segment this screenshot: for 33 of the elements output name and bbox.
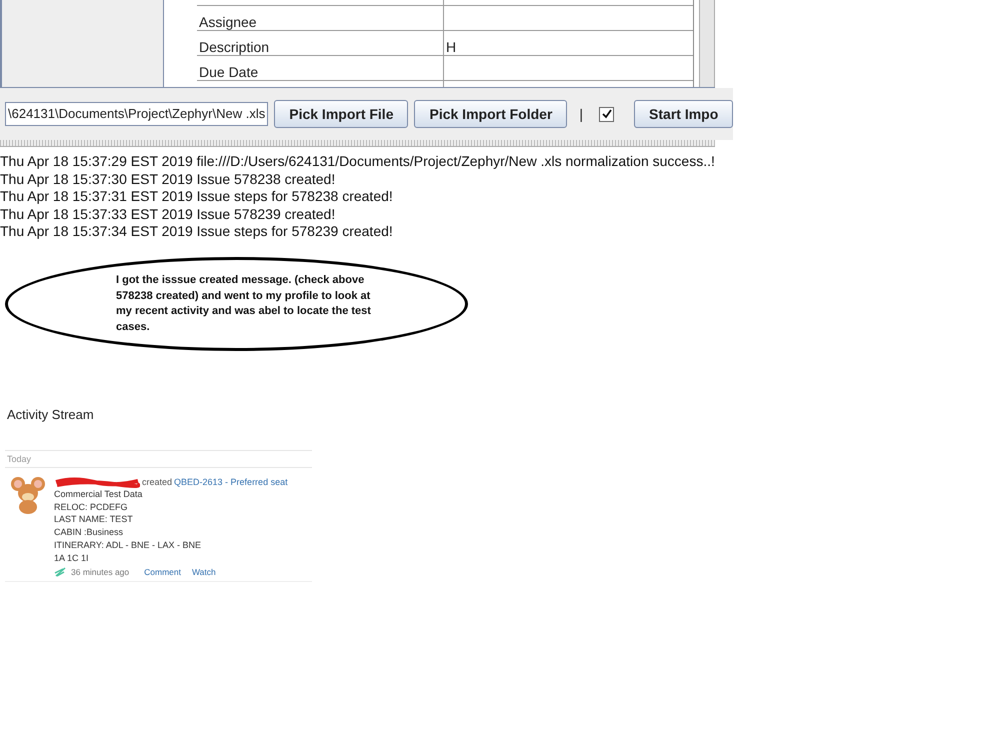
log-line: Thu Apr 18 15:37:30 EST 2019 Issue 578238 created!: [0, 170, 336, 188]
checkbox[interactable]: [599, 106, 614, 122]
action-link[interactable]: Watch: [192, 567, 216, 578]
detail-line: Commercial Test Data: [54, 488, 144, 501]
action-link[interactable]: Comment: [144, 567, 181, 578]
start-import-button[interactable]: Start Impo: [634, 100, 734, 128]
detail-line: RELOC: PCDEFG: [54, 500, 129, 514]
log-line: Thu Apr 18 15:37:34 EST 2019 Issue steps for 578239 created!: [0, 223, 394, 241]
issue-link[interactable]: QBED-2613 - Preferred seat: [174, 477, 288, 487]
splitter-handle[interactable]: [0, 140, 715, 147]
scrollbar[interactable]: [699, 0, 715, 87]
log-line: Thu Apr 18 15:37:31 EST 2019 Issue steps for 578238 created!: [0, 188, 394, 206]
log-line: Thu Apr 18 15:37:33 EST 2019 Issue 578239 created!: [0, 206, 336, 224]
group-header: Today: [5, 450, 312, 468]
field-label: Description: [197, 31, 444, 55]
time-text: 36 minutes ago: [71, 567, 130, 578]
mouse-avatar-icon: [10, 476, 46, 514]
detail-line: ITINERARY: ADL - BNE - LAX - BNE: [54, 538, 202, 552]
detail-line: LAST NAME: TEST: [54, 513, 134, 526]
activity-title: Activity Stream: [7, 407, 95, 422]
pick-button[interactable]: Pick Import File: [274, 100, 408, 128]
field-label: Assignee: [197, 6, 444, 30]
field-label: Due Date: [197, 56, 444, 80]
path-field[interactable]: \624131\Documents\Project\Zephyr\New .xls: [5, 102, 268, 126]
log-line: Thu Apr 18 15:37:29 EST 2019 file:///D:/Users/624131/Documents/Project/Zephyr/New .xls normalization success..!: [0, 153, 715, 171]
pick-button[interactable]: Pick Import Folder: [414, 100, 568, 128]
field-value[interactable]: H: [444, 31, 693, 55]
action-text: created: [142, 477, 172, 487]
annotation-text: I got the isssue created message. (check above 578238 created) and went to my profile to look at my recent activity and was abel to locate the test cases.: [116, 273, 372, 334]
detail-line: CABIN :Business: [54, 526, 124, 539]
separator-text: |: [579, 106, 584, 122]
detail-line: 1A 1C 1I: [54, 552, 90, 564]
activity-icon: [54, 567, 66, 578]
